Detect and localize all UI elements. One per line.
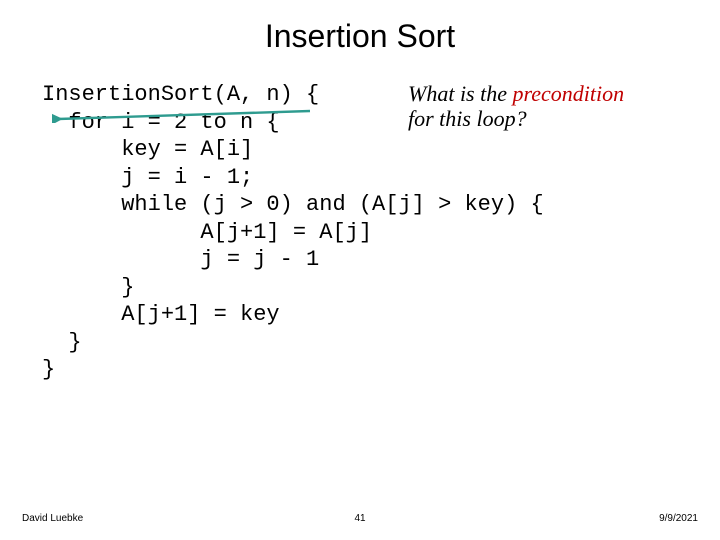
code-line-1: InsertionSort(A, n) {	[42, 82, 319, 107]
slide-body: InsertionSort(A, n) { for i = 2 to n { k…	[0, 81, 720, 384]
code-line-2: for i = 2 to n {	[42, 110, 280, 135]
code-line-5: while (j > 0) and (A[j] > key) {	[42, 192, 544, 217]
code-line-7: j = j - 1	[42, 247, 319, 272]
code-line-8: }	[42, 275, 134, 300]
annotation-line-2: for this loop?	[408, 106, 708, 131]
annotation: What is the precondition for this loop?	[408, 81, 708, 132]
footer-author: David Luebke	[22, 513, 83, 524]
annotation-highlight: precondition	[513, 81, 625, 106]
footer-page-number: 41	[354, 513, 365, 524]
slide: Insertion Sort InsertionSort(A, n) { for…	[0, 0, 720, 540]
code-line-6: A[j+1] = A[j]	[42, 220, 372, 245]
footer-date: 9/9/2021	[659, 513, 698, 524]
annotation-line-1-pre: What is the	[408, 81, 513, 106]
annotation-line-1: What is the precondition	[408, 81, 708, 106]
code-line-3: key = A[i]	[42, 137, 253, 162]
code-line-11: }	[42, 357, 55, 382]
code-line-4: j = i - 1;	[42, 165, 253, 190]
slide-title: Insertion Sort	[0, 0, 720, 55]
code-line-10: }	[42, 330, 82, 355]
code-line-9: A[j+1] = key	[42, 302, 280, 327]
